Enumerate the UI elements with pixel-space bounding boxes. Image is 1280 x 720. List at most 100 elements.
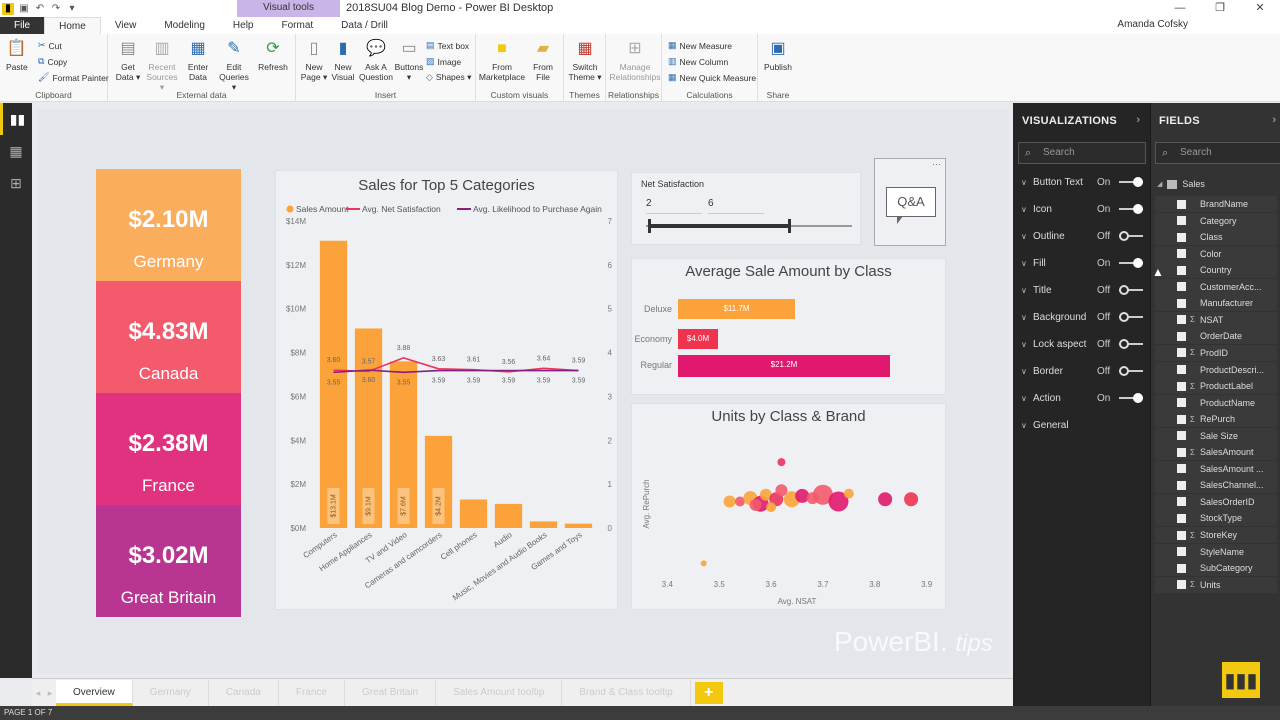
table-sales[interactable]: ◢ Sales bbox=[1157, 179, 1205, 189]
field-checkbox[interactable] bbox=[1177, 348, 1186, 358]
field-item[interactable]: Σ Units bbox=[1155, 576, 1277, 593]
user-name[interactable]: Amanda Cofsky bbox=[1117, 19, 1188, 30]
tab-modeling[interactable]: Modeling bbox=[150, 17, 219, 34]
field-item[interactable]: CustomerAcc... bbox=[1155, 278, 1277, 295]
hbar[interactable]: $11.7M bbox=[678, 299, 795, 319]
kpi-card[interactable]: $4.83M Canada bbox=[96, 281, 241, 393]
enter-data-button[interactable]: ▦ Enter Data bbox=[184, 38, 212, 83]
field-item[interactable]: Category bbox=[1155, 212, 1277, 229]
data-view-icon[interactable]: ▦ bbox=[0, 135, 32, 167]
format-property-action[interactable]: ∨ Action On bbox=[1021, 389, 1143, 407]
prev-page-icon[interactable]: ◂ bbox=[32, 680, 44, 706]
field-item[interactable]: StyleName bbox=[1155, 543, 1277, 560]
slicer-max-value[interactable]: 6 bbox=[708, 198, 714, 209]
sales-top-categories-chart[interactable]: Sales for Top 5 Categories Sales Amount A… bbox=[275, 170, 618, 610]
format-property-border[interactable]: ∨ Border Off bbox=[1021, 362, 1143, 380]
format-property-lock-aspect[interactable]: ∨ Lock aspect Off bbox=[1021, 335, 1143, 353]
format-property-outline[interactable]: ∨ Outline Off bbox=[1021, 227, 1143, 245]
field-item[interactable]: StockType bbox=[1155, 510, 1277, 527]
field-checkbox[interactable] bbox=[1177, 265, 1186, 275]
page-tab[interactable]: France bbox=[279, 680, 345, 706]
format-property-background[interactable]: ∨ Background Off bbox=[1021, 308, 1143, 326]
tab-home[interactable]: Home bbox=[44, 17, 101, 34]
edit-queries-button[interactable]: ✎ Edit Queries ▾ bbox=[218, 38, 250, 93]
add-page-button[interactable]: + bbox=[694, 682, 723, 704]
field-checkbox[interactable] bbox=[1177, 447, 1186, 457]
collapse-viz-icon[interactable]: › bbox=[1136, 114, 1140, 126]
more-options-icon[interactable]: ··· bbox=[932, 159, 941, 169]
toggle-switch[interactable] bbox=[1119, 204, 1143, 214]
toggle-switch[interactable] bbox=[1119, 366, 1143, 376]
field-item[interactable]: Σ ProductLabel bbox=[1155, 378, 1277, 395]
qna-button[interactable]: ··· Q&A bbox=[874, 158, 946, 246]
tab-file[interactable]: File bbox=[0, 17, 45, 34]
toggle-switch[interactable] bbox=[1119, 285, 1143, 295]
get-data-button[interactable]: ▤ Get Data ▾ bbox=[114, 38, 142, 83]
field-checkbox[interactable] bbox=[1177, 497, 1186, 507]
switch-theme-button[interactable]: ▦ Switch Theme ▾ bbox=[568, 38, 602, 83]
field-item[interactable]: Σ RePurch bbox=[1155, 411, 1277, 428]
new-column-button[interactable]: ▥ New Column bbox=[668, 56, 728, 67]
units-by-class-brand-chart[interactable]: Units by Class & Brand 3.4 3.5 3.6 3.7 3.8 3.… bbox=[631, 403, 946, 610]
tab-help[interactable]: Help bbox=[219, 17, 268, 34]
format-property-general[interactable]: ∨ General bbox=[1021, 416, 1143, 434]
field-item[interactable]: Sale Size bbox=[1155, 427, 1277, 444]
field-item[interactable]: SalesChannel... bbox=[1155, 477, 1277, 494]
redo-icon[interactable]: ↷ bbox=[50, 3, 62, 15]
toggle-switch[interactable] bbox=[1119, 339, 1143, 349]
undo-icon[interactable]: ↶ bbox=[34, 3, 46, 15]
publish-button[interactable]: ▣ Publish bbox=[762, 38, 794, 73]
close-icon[interactable]: ✕ bbox=[1240, 0, 1280, 16]
field-checkbox[interactable] bbox=[1177, 464, 1186, 474]
field-checkbox[interactable] bbox=[1177, 513, 1186, 523]
collapse-fields-icon[interactable]: › bbox=[1272, 114, 1276, 126]
field-checkbox[interactable] bbox=[1177, 381, 1186, 391]
page-tab[interactable]: Canada bbox=[209, 680, 279, 706]
toggle-switch[interactable] bbox=[1119, 177, 1143, 187]
field-checkbox[interactable] bbox=[1177, 331, 1186, 341]
kpi-card[interactable]: $2.38M France bbox=[96, 393, 241, 505]
kpi-card[interactable]: $2.10M Germany bbox=[96, 169, 241, 281]
shapes-button[interactable]: ◇ Shapes ▾ bbox=[426, 72, 471, 83]
field-checkbox[interactable] bbox=[1177, 232, 1186, 242]
format-property-fill[interactable]: ∨ Fill On bbox=[1021, 254, 1143, 272]
manage-relationships-button[interactable]: ⊞ Manage Relationships bbox=[610, 38, 661, 83]
field-item[interactable]: ProductDescri... bbox=[1155, 361, 1277, 378]
net-satisfaction-slicer[interactable]: Net Satisfaction 2 6 bbox=[631, 172, 861, 245]
hbar[interactable]: $4.0M bbox=[678, 329, 718, 349]
field-item[interactable]: Country bbox=[1155, 262, 1277, 279]
toggle-switch[interactable] bbox=[1119, 258, 1143, 268]
field-checkbox[interactable] bbox=[1177, 315, 1186, 325]
tab-view[interactable]: View bbox=[101, 17, 151, 34]
recent-sources-button[interactable]: ▥ Recent Sources ▾ bbox=[146, 38, 178, 93]
tab-data-drill[interactable]: Data / Drill bbox=[327, 17, 402, 34]
field-item[interactable]: Manufacturer bbox=[1155, 295, 1277, 312]
field-item[interactable]: SubCategory bbox=[1155, 560, 1277, 577]
field-checkbox[interactable] bbox=[1177, 431, 1186, 441]
toggle-switch[interactable] bbox=[1119, 231, 1143, 241]
report-view-icon[interactable]: ▮▮ bbox=[0, 103, 32, 135]
new-quick-measure-button[interactable]: ▦ New Quick Measure bbox=[668, 72, 756, 83]
page-tab[interactable]: Sales Amount tooltip bbox=[436, 680, 563, 706]
field-item[interactable]: Σ ProdID bbox=[1155, 344, 1277, 361]
ask-question-button[interactable]: 💬 Ask A Question bbox=[359, 38, 393, 83]
format-property-icon[interactable]: ∨ Icon On bbox=[1021, 200, 1143, 218]
field-checkbox[interactable] bbox=[1177, 298, 1186, 308]
field-checkbox[interactable] bbox=[1177, 530, 1186, 540]
field-checkbox[interactable] bbox=[1177, 216, 1186, 226]
field-checkbox[interactable] bbox=[1177, 249, 1186, 259]
customize-qat-icon[interactable]: ▾ bbox=[66, 3, 78, 15]
fields-search-input[interactable]: ⌕ Search bbox=[1155, 142, 1280, 164]
slicer-low-handle[interactable] bbox=[648, 219, 651, 233]
field-item[interactable]: Class bbox=[1155, 229, 1277, 246]
field-item[interactable]: Σ SalesAmount bbox=[1155, 444, 1277, 461]
cut-button[interactable]: ✂ Cut bbox=[38, 40, 62, 51]
field-checkbox[interactable] bbox=[1177, 563, 1186, 573]
field-checkbox[interactable] bbox=[1177, 580, 1186, 590]
field-item[interactable]: ProductName bbox=[1155, 394, 1277, 411]
field-checkbox[interactable] bbox=[1177, 414, 1186, 424]
field-item[interactable]: SalesOrderID bbox=[1155, 493, 1277, 510]
paste-button[interactable]: 📋 Paste bbox=[6, 38, 28, 73]
field-item[interactable]: Color bbox=[1155, 245, 1277, 262]
text-box-button[interactable]: ▤ Text box bbox=[426, 40, 469, 51]
